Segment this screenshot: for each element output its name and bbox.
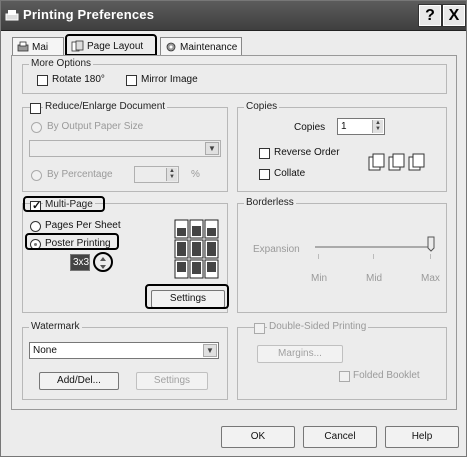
collate-label: Collate bbox=[274, 168, 306, 179]
window-title: Printing Preferences bbox=[23, 7, 155, 22]
mirror-label: Mirror Image bbox=[141, 74, 198, 85]
slider-tick bbox=[430, 254, 431, 259]
chevron-down-icon: ▼ bbox=[203, 344, 217, 357]
double-sided-checkbox[interactable] bbox=[254, 323, 265, 334]
copies-group: Copies Copies 1 ▲ ▼ Reverse Order Collate bbox=[237, 101, 447, 192]
tab-maintenance-label: Maintenance bbox=[180, 42, 238, 53]
page-layout-tab-icon bbox=[71, 40, 84, 52]
by-paper-size-label: By Output Paper Size bbox=[47, 121, 144, 132]
borderless-group: Borderless Expansion Min Mid Max bbox=[237, 197, 447, 313]
spinner-arrows-icon[interactable]: ▲ ▼ bbox=[372, 120, 383, 133]
rotate-checkbox[interactable] bbox=[37, 75, 48, 86]
pages-per-sheet-radio[interactable] bbox=[30, 221, 41, 232]
add-del-button[interactable]: Add/Del... bbox=[39, 372, 119, 390]
reverse-order-checkbox[interactable] bbox=[259, 148, 270, 159]
tab-main[interactable]: Mai bbox=[12, 37, 64, 56]
by-paper-size-radio[interactable] bbox=[31, 122, 42, 133]
double-sided-legend: Double-Sided Printing bbox=[267, 321, 369, 332]
poster-size-select[interactable]: 3x3 bbox=[70, 254, 90, 271]
watermark-group: Watermark None ▼ Add/Del... Settings bbox=[22, 321, 228, 400]
more-options-legend: More Options bbox=[29, 58, 94, 69]
reduce-enlarge-legend: Reduce/Enlarge Document bbox=[43, 101, 168, 112]
reduce-enlarge-checkbox[interactable] bbox=[30, 103, 41, 114]
percent-sign: % bbox=[191, 169, 200, 180]
chevron-down-icon: ▼ bbox=[205, 142, 219, 155]
poster-printing-radio[interactable] bbox=[30, 239, 41, 250]
multipage-label: Multi-Page bbox=[43, 199, 95, 210]
by-percentage-radio[interactable] bbox=[31, 170, 42, 181]
poster-printing-label: Poster Printing bbox=[45, 238, 111, 249]
mid-label: Mid bbox=[366, 273, 383, 284]
tab-page-layout[interactable]: Page Layout bbox=[65, 34, 157, 56]
help-title-button[interactable]: ? bbox=[418, 4, 442, 27]
output-paper-size-select[interactable]: ▼ bbox=[29, 140, 221, 157]
copies-legend: Copies bbox=[244, 101, 280, 112]
collate-checkbox[interactable] bbox=[259, 169, 270, 180]
multipage-checkbox[interactable]: ✓ bbox=[30, 200, 41, 212]
double-sided-group: Double-Sided Printing Margins... Folded … bbox=[237, 321, 447, 400]
main-tab-icon bbox=[17, 41, 29, 52]
pages-per-sheet-label: Pages Per Sheet bbox=[45, 220, 121, 231]
watermark-legend: Watermark bbox=[29, 321, 82, 332]
maintenance-tab-icon bbox=[166, 42, 176, 52]
tab-main-label: Mai bbox=[32, 42, 49, 53]
watermark-selected: None bbox=[33, 345, 57, 356]
tab-page-layout-label: Page Layout bbox=[87, 41, 144, 52]
margins-button[interactable]: Margins... bbox=[257, 345, 343, 363]
mirror-checkbox[interactable] bbox=[126, 75, 137, 86]
title-bar: Printing Preferences ? X bbox=[1, 1, 466, 31]
slider-tick bbox=[373, 254, 374, 259]
cancel-button[interactable]: Cancel bbox=[303, 426, 377, 448]
poster-size-value: 3x3 bbox=[73, 257, 90, 268]
percentage-spinner[interactable]: ▲ ▼ bbox=[134, 166, 179, 183]
borderless-legend: Borderless bbox=[244, 197, 296, 208]
watermark-select[interactable]: None ▼ bbox=[29, 342, 219, 359]
copies-spinner[interactable]: 1 ▲ ▼ bbox=[337, 118, 385, 135]
expansion-label: Expansion bbox=[253, 244, 300, 255]
max-label: Max bbox=[421, 273, 440, 284]
spinner-arrows-icon: ▲ ▼ bbox=[166, 168, 177, 181]
tab-maintenance[interactable]: Maintenance bbox=[160, 37, 242, 56]
collate-pages-icon bbox=[368, 153, 425, 171]
expansion-slider-thumb[interactable] bbox=[426, 236, 436, 252]
reduce-enlarge-group: Reduce/Enlarge Document By Output Paper … bbox=[22, 101, 228, 192]
folded-booklet-checkbox[interactable] bbox=[339, 371, 350, 382]
printer-icon bbox=[5, 10, 19, 21]
reverse-order-label: Reverse Order bbox=[274, 147, 340, 158]
min-label: Min bbox=[311, 273, 328, 284]
by-percentage-label: By Percentage bbox=[47, 169, 113, 180]
poster-preview-icon bbox=[174, 219, 219, 279]
printing-preferences-window: Printing Preferences ? X Mai Maintenance… bbox=[0, 0, 467, 457]
ok-button[interactable]: OK bbox=[221, 426, 295, 448]
rotate-label: Rotate 180° bbox=[52, 74, 105, 85]
slider-tick bbox=[318, 254, 319, 259]
more-options-group: More Options Rotate 180° Mirror Image bbox=[22, 58, 447, 94]
close-button[interactable]: X bbox=[442, 4, 466, 27]
multipage-settings-button[interactable]: Settings bbox=[151, 290, 225, 308]
poster-size-spinner-icon[interactable] bbox=[96, 254, 110, 272]
watermark-settings-button[interactable]: Settings bbox=[136, 372, 208, 390]
copies-label: Copies bbox=[294, 122, 326, 133]
folded-booklet-label: Folded Booklet bbox=[353, 370, 420, 381]
help-button[interactable]: Help bbox=[385, 426, 459, 448]
tab-strip: Mai Maintenance Page Layout bbox=[10, 34, 460, 56]
copies-value: 1 bbox=[341, 121, 347, 132]
multipage-group: ✓ Multi-Page Pages Per Sheet Poster Prin… bbox=[22, 199, 228, 313]
expansion-slider-track[interactable] bbox=[315, 246, 433, 248]
page-layout-panel: More Options Rotate 180° Mirror Image Re… bbox=[11, 55, 457, 410]
